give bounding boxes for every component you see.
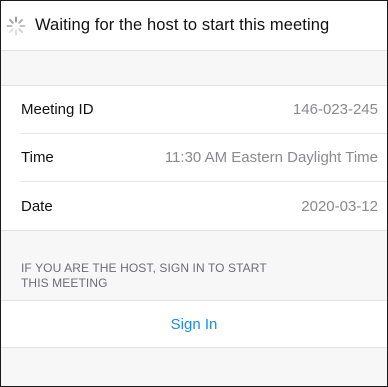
meeting-id-row: Meeting ID 146-023-245 [21, 86, 387, 134]
sign-in-row: Sign In [1, 300, 387, 348]
sign-in-button[interactable]: Sign In [171, 316, 218, 333]
host-note-line-2: THIS MEETING [21, 276, 108, 290]
waiting-header: Waiting for the host to start this meeti… [1, 1, 387, 51]
time-value: 11:30 AM Eastern Daylight Time [164, 149, 378, 166]
date-label: Date [21, 197, 53, 215]
waiting-status-text: Waiting for the host to start this meeti… [35, 16, 330, 34]
host-sign-in-note: IF YOU ARE THE HOST, SIGN IN TO START TH… [1, 231, 387, 300]
meeting-id-value: 146-023-245 [292, 101, 378, 118]
time-label: Time [21, 149, 54, 166]
date-value: 2020-03-12 [301, 197, 378, 215]
date-row: Date 2020-03-12 [21, 182, 387, 230]
loading-spinner-icon [6, 16, 26, 35]
meeting-id-label: Meeting ID [21, 101, 94, 118]
waiting-room-screen: Waiting for the host to start this meeti… [0, 0, 388, 387]
section-spacer [1, 51, 387, 85]
meeting-details: Meeting ID 146-023-245 Time 11:30 AM Eas… [1, 85, 387, 231]
host-note-line-1: IF YOU ARE THE HOST, SIGN IN TO START [21, 261, 267, 275]
time-row: Time 11:30 AM Eastern Daylight Time [21, 134, 387, 182]
